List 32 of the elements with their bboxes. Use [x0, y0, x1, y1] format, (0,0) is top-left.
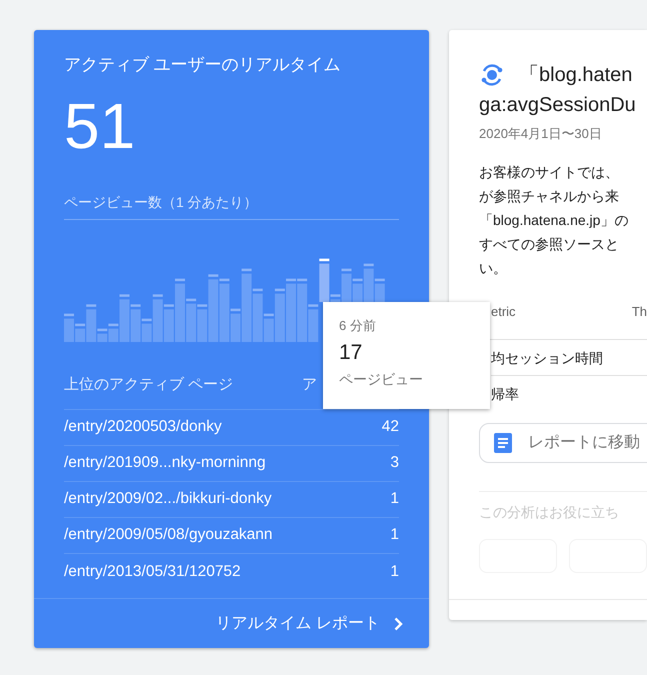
chart-bar — [286, 278, 296, 342]
chart-label: ページビュー数（1 分あたり） — [64, 192, 399, 220]
insight-title: 「blog.haten — [519, 63, 632, 88]
page-path: /entry/2009/02.../bikkuri-donky — [64, 489, 272, 510]
page-path: /entry/2009/05/08/gyouzakann — [64, 525, 273, 546]
chevron-icon — [394, 616, 403, 630]
page-count: 42 — [382, 417, 399, 438]
page-path: /entry/20200503/donky — [64, 417, 222, 438]
insight-text: お客様のサイトでは、 が参照チャネルから来 「blog.hatena.ne.jp」の すべての参照ソースと い。 — [479, 162, 630, 278]
insight-icon — [479, 62, 505, 88]
card-title: アクティブ ユーザーのリアルタイム — [64, 54, 342, 76]
page-path: /entry/2013/05/31/120752 — [64, 562, 241, 582]
column-header: 上位のアクティブ ページ — [64, 375, 234, 395]
metric-name: 帰率 — [491, 385, 520, 404]
report-button[interactable]: レポートに移動 — [479, 423, 647, 463]
metric-name: 均セッション時間 — [491, 349, 604, 368]
column-header: etric — [491, 302, 516, 320]
realtime-report-link[interactable]: リアルタイム レポート — [216, 612, 403, 636]
tooltip-value: 17 — [339, 340, 364, 365]
page-count: 1 — [390, 562, 399, 582]
tooltip-unit: ページビュー — [339, 370, 424, 389]
page-path: /entry/201909...nky-morninng — [64, 453, 266, 474]
document-icon — [494, 433, 512, 453]
column-header: ア — [302, 375, 317, 395]
page-count: 3 — [390, 453, 399, 474]
tooltip-time: 6 分前 — [339, 317, 377, 335]
insight-title: ga:avgSessionDu — [479, 93, 636, 118]
page-count: 1 — [390, 525, 399, 546]
column-header: Th — [632, 302, 647, 320]
active-users-count: 51 — [64, 90, 136, 162]
date-range: 2020年4月1日〜30日 — [479, 125, 603, 143]
page-count: 1 — [390, 489, 399, 510]
